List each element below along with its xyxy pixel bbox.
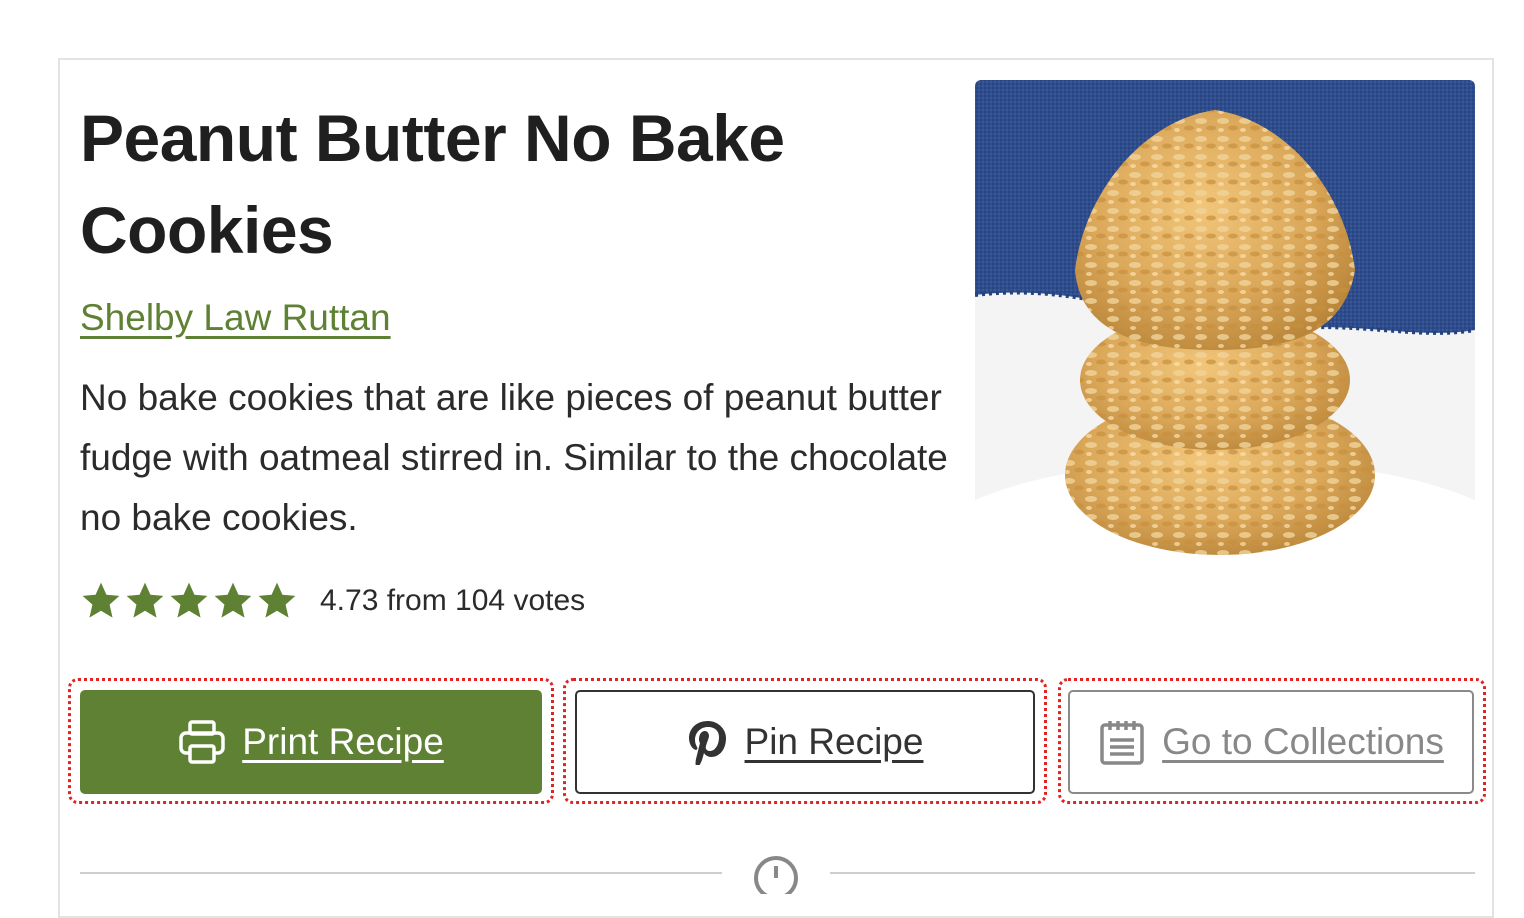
recipe-title: Peanut Butter No Bake Cookies — [80, 101, 785, 267]
recipe-summary: No bake cookies that are like pieces of … — [80, 377, 948, 538]
cookie-stack-photo — [975, 80, 1475, 580]
pin-recipe-button[interactable]: Pin Recipe — [575, 690, 1035, 794]
rating: 4.73 from 104 votes — [80, 574, 585, 628]
print-recipe-button[interactable]: Print Recipe — [80, 690, 542, 794]
section-divider-left — [80, 872, 722, 874]
print-recipe-label: Print Recipe — [242, 721, 444, 762]
pin-recipe-label: Pin Recipe — [744, 721, 924, 762]
recipe-photo — [975, 80, 1475, 580]
go-to-collections-label: Go to Collections — [1162, 721, 1444, 762]
calendar-list-icon — [1100, 721, 1144, 765]
printer-icon — [179, 720, 225, 764]
go-to-collections-button[interactable]: Go to Collections — [1068, 690, 1474, 794]
star-icon[interactable] — [212, 580, 254, 622]
star-icon[interactable] — [168, 580, 210, 622]
timer-icon — [754, 856, 798, 894]
star-icon[interactable] — [80, 580, 122, 622]
pinterest-icon — [688, 721, 726, 765]
author-link[interactable]: Shelby Law Ruttan — [80, 294, 391, 342]
star-icon[interactable] — [124, 580, 166, 622]
rating-text: 4.73 from 104 votes — [320, 584, 586, 617]
section-divider-right — [830, 872, 1475, 874]
star-icon[interactable] — [256, 580, 298, 622]
rating-stars[interactable] — [80, 580, 298, 622]
